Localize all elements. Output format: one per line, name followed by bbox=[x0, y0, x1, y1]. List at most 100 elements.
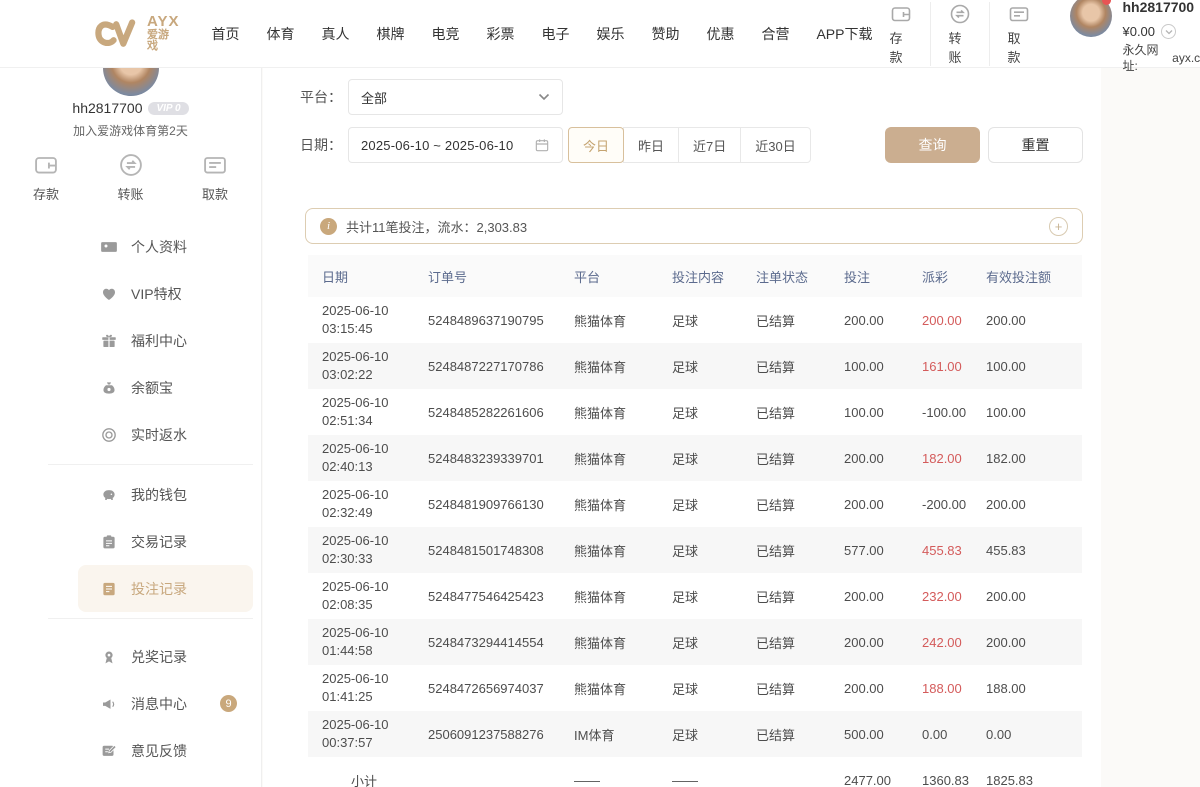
table-row: 2025-06-1003:15:455248489637190795熊猫体育足球… bbox=[308, 297, 1082, 343]
top-navigation-bar: AYX 爱游戏 首页 体育 真人 棋牌 电竞 彩票 电子 娱乐 赞助 优惠 合营 APP下载 存款转账… bbox=[0, 0, 1200, 68]
column-header-6: 派彩 bbox=[914, 267, 978, 286]
reset-button[interactable]: 重置 bbox=[988, 127, 1083, 163]
sidebar-item-megaphone[interactable]: 消息中心9 bbox=[78, 680, 253, 727]
bet-record-icon bbox=[100, 580, 118, 598]
cell-order: 5248489637190795 bbox=[420, 313, 566, 328]
nav-item-11[interactable]: APP下载 bbox=[816, 24, 872, 44]
sidebar-quick-label: 取款 bbox=[202, 184, 228, 203]
nav-item-7[interactable]: 娱乐 bbox=[596, 24, 624, 44]
subtotal-platform-dash: —— bbox=[566, 773, 664, 787]
sidebar-menu-group-0: 个人资料VIP特权福利中心余额宝实时返水 bbox=[78, 223, 253, 458]
header-action-withdraw[interactable]: 取款 bbox=[989, 2, 1048, 66]
table-row: 2025-06-1001:41:255248472656974037熊猫体育足球… bbox=[308, 665, 1082, 711]
brand-logo[interactable]: AYX 爱游戏 bbox=[95, 14, 179, 53]
cell-valid: 188.00 bbox=[978, 681, 1082, 696]
cell-platform: 熊猫体育 bbox=[566, 495, 664, 514]
range-button-2[interactable]: 近7日 bbox=[678, 127, 741, 163]
column-header-4: 注单状态 bbox=[748, 267, 836, 286]
nav-item-6[interactable]: 电子 bbox=[541, 24, 569, 44]
cell-status: 已结算 bbox=[748, 587, 836, 606]
username: hh2817700 bbox=[1122, 0, 1194, 17]
sidebar-item-bet-record[interactable]: 投注记录 bbox=[78, 565, 253, 612]
balance-dropdown-icon[interactable] bbox=[1161, 24, 1176, 39]
query-button[interactable]: 查询 bbox=[885, 127, 980, 163]
nav-item-8[interactable]: 赞助 bbox=[651, 24, 679, 44]
sidebar-item-wallet[interactable]: 我的钱包 bbox=[78, 471, 253, 518]
header-action-label: 取款 bbox=[1007, 28, 1031, 66]
cell-order: 5248477546425423 bbox=[420, 589, 566, 604]
withdraw-icon bbox=[1007, 2, 1031, 26]
site-label: 永久网址: bbox=[1122, 42, 1170, 74]
cell-valid: 200.00 bbox=[978, 497, 1082, 512]
cell-bet: 100.00 bbox=[836, 405, 914, 420]
nav-item-1[interactable]: 体育 bbox=[266, 24, 294, 44]
sidebar-item-rebate[interactable]: 实时返水 bbox=[78, 411, 253, 458]
cell-date: 2025-06-1001:41:25 bbox=[308, 670, 420, 706]
summary-text: 共计11笔投注，流水：2,303.83 bbox=[346, 217, 527, 236]
cell-valid: 200.00 bbox=[978, 589, 1082, 604]
cell-payout: 188.00 bbox=[914, 681, 978, 696]
balance-amount: ¥0.00 bbox=[1122, 23, 1155, 41]
cell-status: 已结算 bbox=[748, 633, 836, 652]
sidebar-quick-deposit[interactable]: 存款 bbox=[32, 151, 60, 203]
sidebar-item-label: 意见反馈 bbox=[131, 741, 187, 761]
cell-bet: 200.00 bbox=[836, 589, 914, 604]
cell-date: 2025-06-1002:08:35 bbox=[308, 578, 420, 614]
date-quick-range-group: 今日昨日近7日近30日 bbox=[568, 127, 811, 163]
nav-item-5[interactable]: 彩票 bbox=[486, 24, 514, 44]
nav-item-9[interactable]: 优惠 bbox=[706, 24, 734, 44]
summary-bar: i 共计11笔投注，流水：2,303.83 + bbox=[305, 208, 1083, 244]
date-range-input[interactable]: 2025-06-10 ~ 2025-06-10 bbox=[348, 127, 563, 163]
header-action-transfer[interactable]: 转账 bbox=[930, 2, 989, 66]
sidebar-item-vip-heart[interactable]: VIP特权 bbox=[78, 270, 253, 317]
expand-icon[interactable]: + bbox=[1049, 217, 1068, 236]
cell-payout: 200.00 bbox=[914, 313, 978, 328]
nav-item-3[interactable]: 棋牌 bbox=[376, 24, 404, 44]
notification-dot-icon bbox=[1102, 0, 1111, 5]
table-row: 2025-06-1002:40:135248483239339701熊猫体育足球… bbox=[308, 435, 1082, 481]
sidebar-item-prize[interactable]: 兑奖记录 bbox=[78, 633, 253, 680]
feedback-icon bbox=[100, 742, 118, 760]
sidebar-item-feedback[interactable]: 意见反馈 bbox=[78, 727, 253, 774]
site-url: ayx.com bbox=[1172, 50, 1200, 66]
cell-platform: 熊猫体育 bbox=[566, 357, 664, 376]
range-button-3[interactable]: 近30日 bbox=[740, 127, 810, 163]
sidebar-quick-transfer[interactable]: 转账 bbox=[117, 151, 145, 203]
cell-status: 已结算 bbox=[748, 541, 836, 560]
sidebar-menu-group-2: 兑奖记录消息中心9 意见反馈 bbox=[78, 633, 253, 774]
table-row: 2025-06-1002:32:495248481909766130熊猫体育足球… bbox=[308, 481, 1082, 527]
nav-item-4[interactable]: 电竞 bbox=[431, 24, 459, 44]
table-row: 2025-06-1001:44:585248473294414554熊猫体育足球… bbox=[308, 619, 1082, 665]
cell-payout: -200.00 bbox=[914, 497, 978, 512]
header-action-deposit[interactable]: 存款 bbox=[872, 2, 930, 66]
sidebar-item-money-bag[interactable]: 余额宝 bbox=[78, 364, 253, 411]
cell-date: 2025-06-1002:40:13 bbox=[308, 440, 420, 476]
cell-valid: 200.00 bbox=[978, 635, 1082, 650]
range-button-1[interactable]: 昨日 bbox=[623, 127, 679, 163]
cell-date: 2025-06-1002:30:33 bbox=[308, 532, 420, 568]
gift-icon bbox=[100, 332, 118, 350]
brand-logo-icon bbox=[95, 18, 141, 50]
range-button-0[interactable]: 今日 bbox=[568, 127, 624, 163]
sidebar-item-label: 福利中心 bbox=[131, 331, 187, 351]
header-quick-actions: 存款转账取款 bbox=[872, 2, 1048, 66]
sidebar-item-transaction[interactable]: 交易记录 bbox=[78, 518, 253, 565]
cell-order: 5248481501748308 bbox=[420, 543, 566, 558]
cell-order: 5248487227170786 bbox=[420, 359, 566, 374]
cell-platform: 熊猫体育 bbox=[566, 403, 664, 422]
cell-status: 已结算 bbox=[748, 403, 836, 422]
platform-select[interactable]: 全部 bbox=[348, 79, 563, 115]
sidebar-item-id-card[interactable]: 个人资料 bbox=[78, 223, 253, 270]
deposit-icon bbox=[32, 151, 60, 179]
sidebar-quick-withdraw[interactable]: 取款 bbox=[201, 151, 229, 203]
nav-item-10[interactable]: 合营 bbox=[761, 24, 789, 44]
column-header-2: 平台 bbox=[566, 267, 664, 286]
sidebar-item-label: 我的钱包 bbox=[131, 485, 187, 505]
cell-payout: 182.00 bbox=[914, 451, 978, 466]
sidebar-item-gift[interactable]: 福利中心 bbox=[78, 317, 253, 364]
nav-item-0[interactable]: 首页 bbox=[211, 24, 239, 44]
nav-item-2[interactable]: 真人 bbox=[321, 24, 349, 44]
user-avatar[interactable] bbox=[1070, 0, 1112, 37]
chevron-down-icon bbox=[538, 93, 550, 101]
cell-order: 5248472656974037 bbox=[420, 681, 566, 696]
